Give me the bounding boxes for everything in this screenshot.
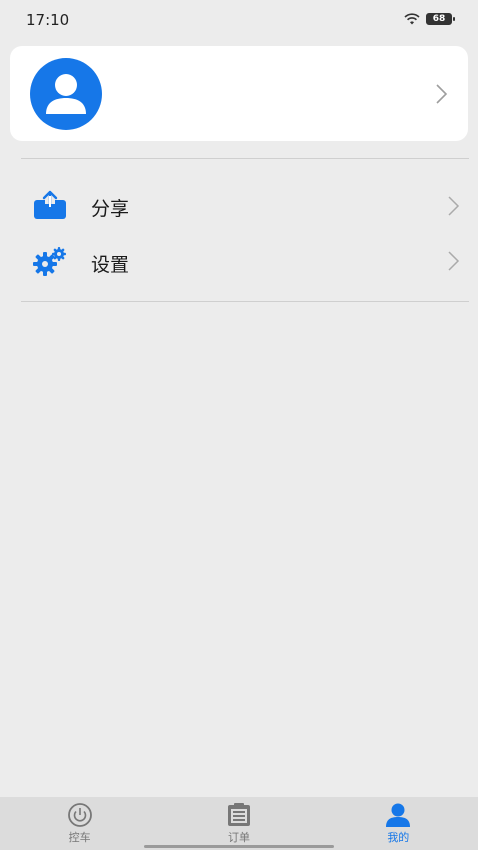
profile-card[interactable] [10,46,468,141]
chevron-right-icon [446,195,460,217]
chevron-right-icon [446,250,460,272]
tab-bar: 控车 订单 我的 [0,797,478,850]
tab-label: 我的 [387,831,410,844]
tab-mine[interactable]: 我的 [319,797,478,850]
menu-item-settings[interactable]: 设置 [21,234,469,290]
status-icons: 68 [404,13,455,25]
status-bar: 17:10 68 [0,0,478,40]
tab-label: 控车 [68,831,91,844]
settings-gears-icon [33,246,67,276]
share-upload-icon [33,190,67,220]
tab-label: 订单 [227,831,250,844]
divider-top [21,158,469,159]
battery-icon: 68 [426,13,455,25]
clipboard-icon [224,803,254,827]
tab-orders[interactable]: 订单 [159,797,318,850]
power-icon [65,803,95,827]
home-indicator[interactable] [144,845,334,848]
chevron-right-icon [434,83,448,105]
user-avatar-icon[interactable] [30,58,102,130]
person-icon [383,803,413,827]
tab-control-car[interactable]: 控车 [0,797,159,850]
divider-bottom [21,301,469,302]
menu-item-share[interactable]: 分享 [21,178,469,234]
menu-item-label: 分享 [91,198,130,220]
status-time: 17:10 [26,11,70,29]
wifi-icon [404,13,420,25]
menu-item-label: 设置 [91,254,130,276]
